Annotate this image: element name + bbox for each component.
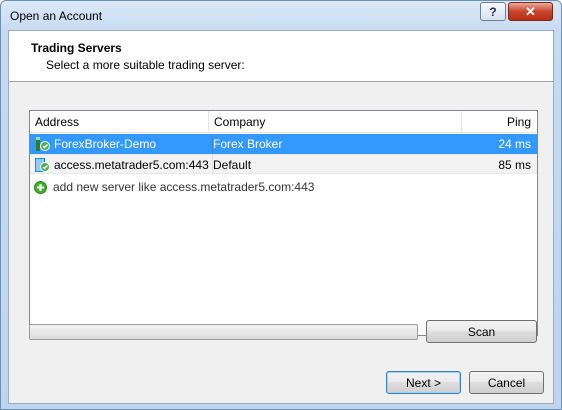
add-icon xyxy=(34,180,47,194)
table-row[interactable]: access.metatrader5.com:443 Default 85 ms xyxy=(30,154,537,175)
header-band: Trading Servers Select a more suitable t… xyxy=(9,31,553,82)
server-company: Forex Broker xyxy=(212,134,462,154)
server-address: access.metatrader5.com:443 xyxy=(54,158,209,172)
column-header-company[interactable]: Company xyxy=(209,111,462,133)
close-icon: ✕ xyxy=(525,3,536,19)
table-row[interactable]: ForexBroker-Demo Forex Broker 24 ms xyxy=(30,134,537,154)
scan-button[interactable]: Scan xyxy=(426,320,537,343)
server-list[interactable]: Address Company Ping ForexBroker-Demo Fo… xyxy=(29,110,538,336)
scan-progress-bar xyxy=(29,324,418,340)
server-ping: 24 ms xyxy=(498,137,531,151)
title-bar[interactable]: Open an Account ? ✕ xyxy=(1,1,561,29)
page-subtitle: Select a more suitable trading server: xyxy=(46,58,245,72)
address-cell: ForexBroker-Demo xyxy=(34,134,209,154)
server-address: ForexBroker-Demo xyxy=(54,137,157,151)
cancel-button[interactable]: Cancel xyxy=(469,371,544,394)
help-icon: ? xyxy=(489,4,497,19)
server-icon xyxy=(35,158,50,172)
server-ping: 85 ms xyxy=(498,158,531,172)
add-server-label: add new server like access.metatrader5.c… xyxy=(53,180,315,194)
dialog-body: Trading Servers Select a more suitable t… xyxy=(8,30,554,404)
close-button[interactable]: ✕ xyxy=(508,2,553,21)
column-header-ping[interactable]: Ping xyxy=(462,111,537,133)
column-headers: Address Company Ping xyxy=(30,111,537,133)
server-company: Default xyxy=(212,155,462,175)
column-header-address[interactable]: Address xyxy=(30,111,209,133)
dialog-window: Open an Account ? ✕ Trading Servers Sele… xyxy=(0,0,562,410)
address-cell: access.metatrader5.com:443 xyxy=(34,155,209,175)
add-server-item[interactable]: add new server like access.metatrader5.c… xyxy=(34,177,314,197)
next-button[interactable]: Next > xyxy=(386,371,461,394)
server-icon xyxy=(36,137,50,151)
window-title: Open an Account xyxy=(10,9,103,23)
help-button[interactable]: ? xyxy=(480,2,506,21)
page-title: Trading Servers xyxy=(31,41,122,55)
